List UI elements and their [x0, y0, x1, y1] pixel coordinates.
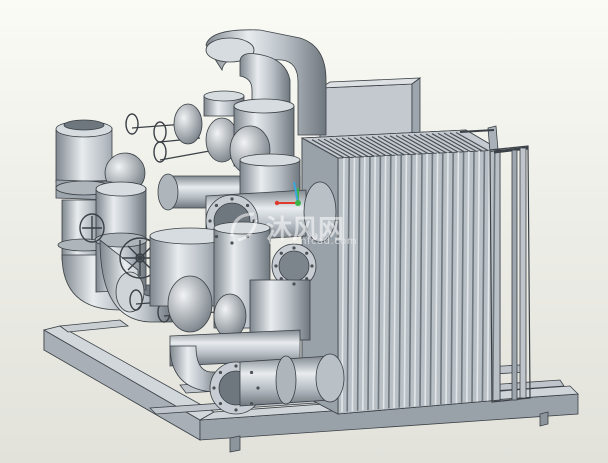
flange-bolt: [252, 219, 256, 223]
flange-bolt: [249, 401, 254, 406]
model-viewport[interactable]: 沐风网 www.mfcad.com: [0, 0, 608, 463]
flange-bolt: [245, 203, 250, 208]
flange-bolt: [214, 234, 219, 239]
flange-bolt: [310, 264, 314, 268]
flange-bolt: [279, 251, 283, 255]
cad-model-view: [42, 29, 579, 453]
flange-bolt: [214, 203, 219, 208]
flange-bolt: [218, 401, 223, 406]
flange-bolt: [234, 408, 238, 412]
flange-bolt: [234, 364, 238, 368]
watermark-subtext: www.mfcad.com: [268, 236, 358, 247]
flange-bolt: [208, 219, 212, 223]
flange-bolt: [245, 234, 250, 239]
flange-bolt: [212, 386, 216, 390]
flange-bolt: [279, 277, 283, 281]
flange-bolt: [230, 241, 234, 245]
flange-bolt: [256, 386, 260, 390]
flange-bolt: [305, 251, 309, 255]
flange-bolt: [218, 370, 223, 375]
flange-bolt: [274, 264, 278, 268]
flange-bolt: [230, 197, 234, 201]
flange-bolt: [292, 282, 296, 286]
flange-bolt: [305, 277, 309, 281]
flange-bolt: [249, 370, 254, 375]
